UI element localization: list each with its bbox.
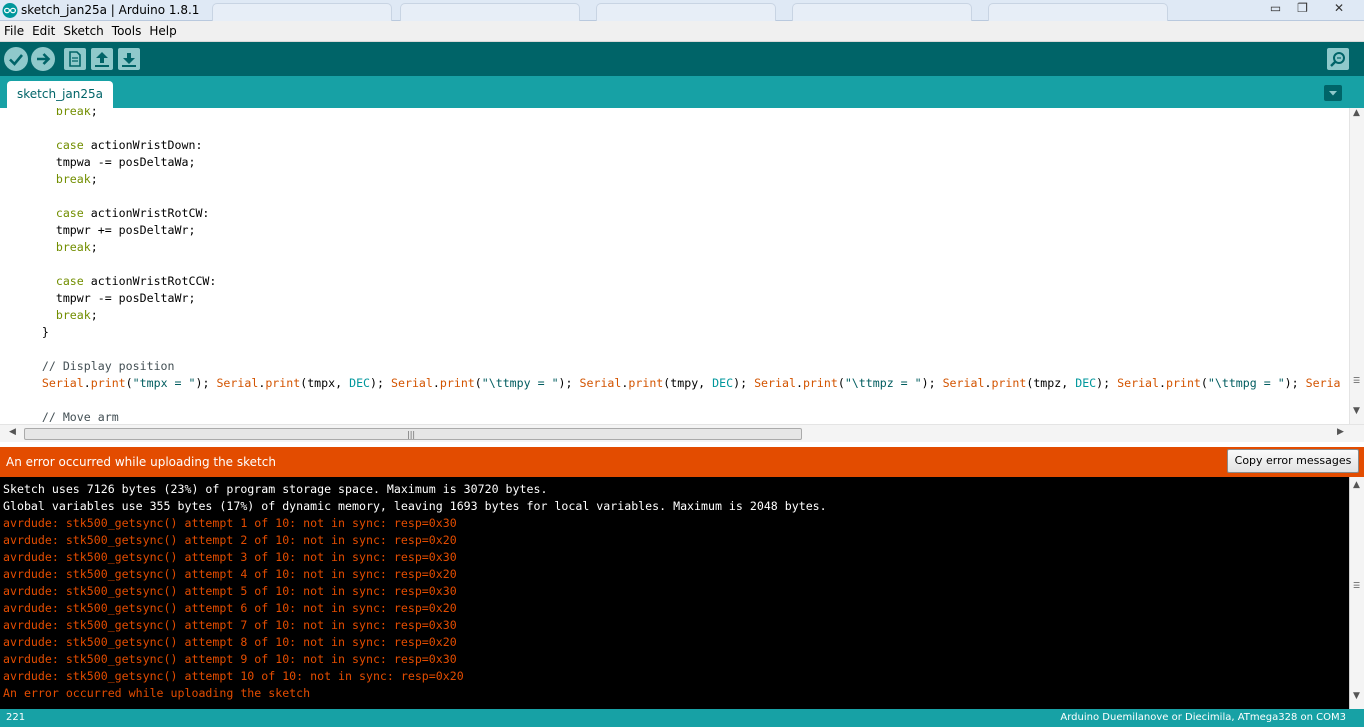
upload-button[interactable]	[31, 47, 55, 71]
menu-file[interactable]: File	[0, 21, 28, 42]
code-line: break;	[55, 308, 98, 322]
code-line: tmpwa -= posDeltaWa;	[55, 155, 196, 169]
scroll-up-icon[interactable]: ▲	[1353, 480, 1360, 490]
console-line: avrdude: stk500_getsync() attempt 5 of 1…	[3, 584, 457, 598]
code-line: break;	[55, 240, 98, 254]
menu-help[interactable]: Help	[145, 21, 180, 42]
console-line: avrdude: stk500_getsync() attempt 1 of 1…	[3, 516, 457, 530]
maximize-button[interactable]: ❐	[1289, 0, 1316, 18]
console-line: avrdude: stk500_getsync() attempt 4 of 1…	[3, 567, 457, 581]
scroll-grip-icon[interactable]: ☰	[1353, 376, 1360, 385]
line-number: 221	[6, 712, 26, 723]
code-line: }	[41, 325, 49, 339]
minimize-icon: ▭	[1269, 1, 1282, 15]
code-line: tmpwr += posDeltaWr;	[55, 223, 196, 237]
scroll-grip-icon: |||	[407, 430, 416, 439]
scroll-down-icon[interactable]: ▼	[1353, 406, 1360, 416]
scroll-down-icon[interactable]: ▼	[1353, 691, 1360, 701]
tab-sketch[interactable]: sketch_jan25a	[7, 81, 113, 108]
scroll-left-icon[interactable]: ◀	[9, 427, 16, 437]
chevron-down-icon	[1329, 91, 1337, 96]
menu-bar: File Edit Sketch Tools Help	[0, 21, 1364, 42]
console-line: avrdude: stk500_getsync() attempt 6 of 1…	[3, 601, 457, 615]
tab-strip: sketch_jan25a	[0, 76, 1364, 108]
console-line: avrdude: stk500_getsync() attempt 9 of 1…	[3, 652, 457, 666]
verify-icon	[9, 54, 23, 66]
code-line: // Display position	[41, 359, 175, 373]
console-output[interactable]: Sketch uses 7126 bytes (23%) of program …	[0, 477, 1364, 709]
footer-status-bar: 221 Arduino Duemilanove or Diecimila, AT…	[0, 709, 1364, 727]
horizontal-scroll-thumb[interactable]: |||	[24, 428, 802, 440]
title-bar: sketch_jan25a | Arduino 1.8.1 ▭ ❐ ✕	[0, 0, 1364, 21]
menu-sketch[interactable]: Sketch	[59, 21, 107, 42]
console-line: Global variables use 355 bytes (17%) of …	[3, 499, 827, 513]
error-message: An error occurred while uploading the sk…	[6, 455, 276, 469]
scroll-up-icon[interactable]: ▲	[1353, 108, 1360, 118]
close-icon: ✕	[1333, 1, 1345, 15]
new-icon	[69, 51, 81, 67]
code-line: break;	[55, 108, 98, 118]
background-browser-tab[interactable]	[596, 3, 776, 21]
save-sketch-button[interactable]	[118, 48, 140, 70]
editor-vertical-scrollbar[interactable]: ▲ ☰ ▼	[1349, 108, 1364, 424]
serial-monitor-icon	[1330, 52, 1345, 67]
code-line: // Move arm	[41, 410, 119, 424]
background-browser-tab[interactable]	[400, 3, 580, 21]
toolbar	[0, 42, 1364, 76]
code-line: case actionWristRotCCW:	[55, 274, 217, 288]
save-icon	[122, 53, 136, 67]
verify-button[interactable]	[4, 47, 28, 71]
code-line: case actionWristDown:	[55, 138, 203, 152]
maximize-icon: ❐	[1297, 1, 1308, 15]
board-info: Arduino Duemilanove or Diecimila, ATmega…	[1060, 712, 1346, 723]
new-sketch-button[interactable]	[64, 48, 86, 70]
console-line: avrdude: stk500_getsync() attempt 7 of 1…	[3, 618, 457, 632]
copy-error-messages-button[interactable]: Copy error messages	[1227, 449, 1359, 473]
serial-monitor-button[interactable]	[1327, 48, 1349, 70]
console-line: avrdude: stk500_getsync() attempt 8 of 1…	[3, 635, 457, 649]
code-editor[interactable]: break; case actionWristDown: tmpwa -= po…	[0, 108, 1364, 424]
code-line: tmpwr -= posDeltaWr;	[55, 291, 196, 305]
upload-icon	[37, 53, 51, 65]
close-button[interactable]: ✕	[1322, 0, 1356, 18]
editor-horizontal-scrollbar[interactable]: ◀ ||| ▶	[0, 424, 1364, 442]
console-line: Sketch uses 7126 bytes (23%) of program …	[3, 482, 548, 496]
scroll-grip-icon[interactable]: ☰	[1353, 581, 1360, 590]
console-line: avrdude: stk500_getsync() attempt 2 of 1…	[3, 533, 457, 547]
code-line: case actionWristRotCW:	[55, 206, 210, 220]
error-status-bar: An error occurred while uploading the sk…	[0, 447, 1364, 477]
console-line: avrdude: stk500_getsync() attempt 10 of …	[3, 669, 464, 683]
code-line: break;	[55, 172, 98, 186]
menu-tools[interactable]: Tools	[108, 21, 146, 42]
background-browser-tab[interactable]	[988, 3, 1168, 21]
menu-edit[interactable]: Edit	[28, 21, 59, 42]
minimize-button[interactable]: ▭	[1262, 0, 1289, 18]
scroll-right-icon[interactable]: ▶	[1337, 427, 1344, 437]
tab-menu-button[interactable]	[1324, 85, 1342, 101]
console-line: An error occurred while uploading the sk…	[3, 686, 311, 700]
background-browser-tab[interactable]	[212, 3, 392, 21]
open-icon	[95, 52, 109, 67]
console-line: avrdude: stk500_getsync() attempt 3 of 1…	[3, 550, 457, 564]
arduino-logo-icon	[2, 3, 18, 18]
console-vertical-scrollbar[interactable]: ▲ ☰ ▼	[1349, 477, 1364, 709]
code-line: Serial.print("tmpx = "); Serial.print(tm…	[41, 376, 1341, 390]
background-browser-tab[interactable]	[792, 3, 972, 21]
window-title: sketch_jan25a | Arduino 1.8.1	[21, 3, 200, 17]
open-sketch-button[interactable]	[91, 48, 113, 70]
